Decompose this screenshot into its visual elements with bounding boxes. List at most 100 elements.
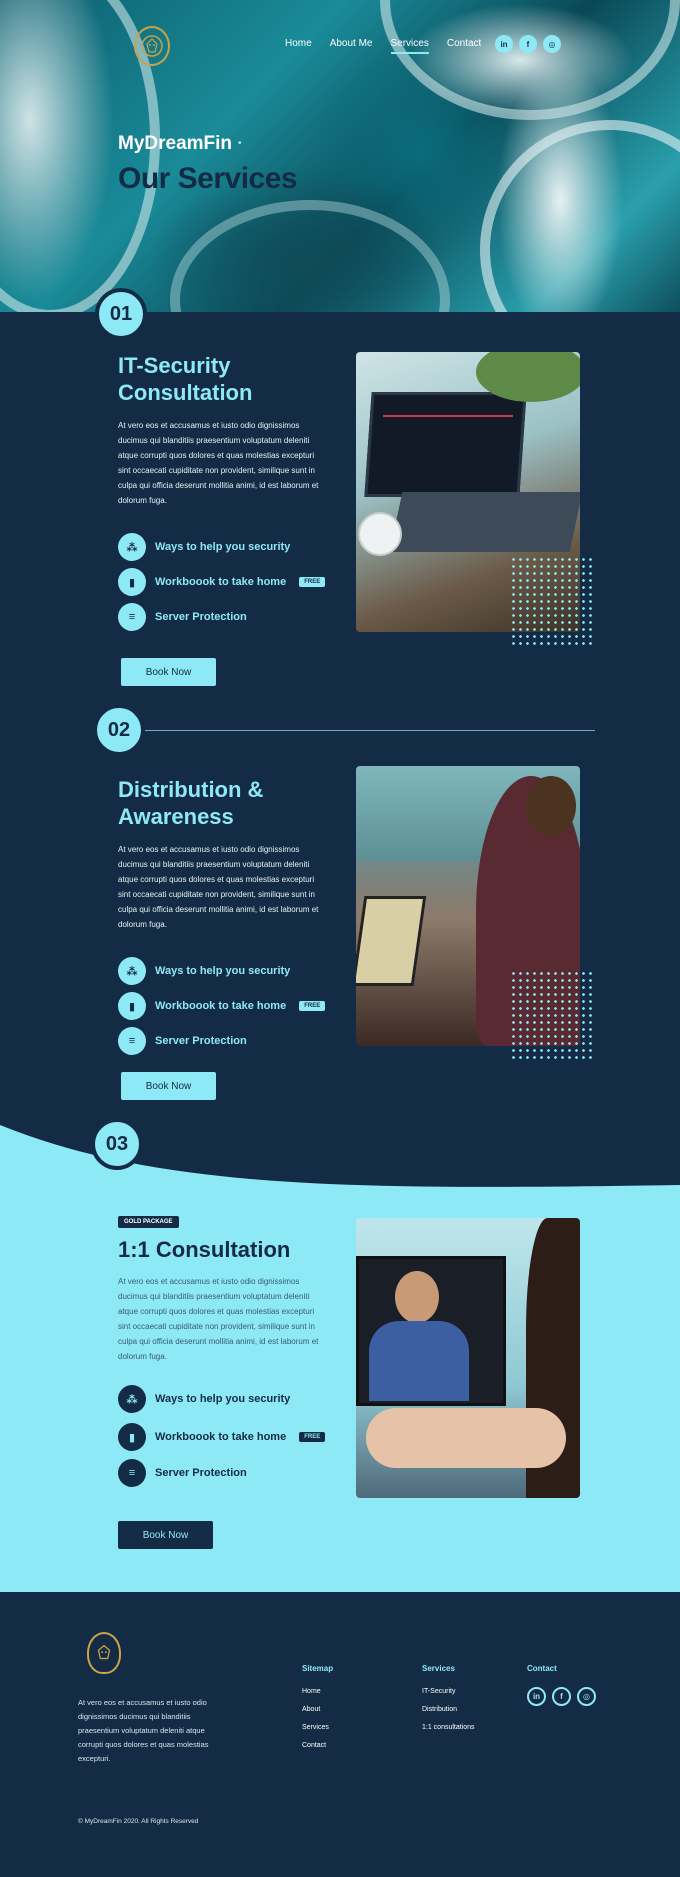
hands — [366, 1408, 566, 1468]
feature-label: Workboook to take home — [155, 576, 287, 588]
marble-swirl — [480, 120, 680, 312]
title-line: Consultation — [118, 380, 253, 405]
free-badge: FREE — [299, 577, 326, 587]
title-line: IT-Security — [118, 353, 231, 378]
nav-services[interactable]: Services — [390, 38, 429, 54]
feature-item: ⁂ Ways to help you security — [118, 533, 290, 561]
facebook-icon[interactable]: f — [519, 35, 537, 53]
footer-sitemap: Sitemap Home About Services Contact — [302, 1664, 333, 1760]
coffee-cup — [358, 512, 402, 556]
section-body: At vero eos et accusamus et iusto odio d… — [118, 1277, 319, 1361]
dot-pattern — [510, 970, 594, 1060]
lion-logo[interactable] — [87, 1632, 121, 1674]
header-social: in f ◎ — [495, 35, 561, 53]
man-face — [395, 1271, 439, 1323]
section-body: At vero eos et accusamus et iusto odio d… — [118, 845, 319, 929]
feature-label: Server Protection — [155, 1035, 247, 1047]
lion-icon — [141, 35, 163, 57]
footer-link[interactable]: IT-Security — [422, 1688, 475, 1695]
screen-graph — [382, 415, 514, 417]
section-number: 01 — [95, 288, 147, 340]
marble-swirl — [380, 0, 680, 120]
main-nav: Home About Me Services Contact — [285, 38, 481, 54]
brand-name: MyDreamFin — [118, 133, 233, 154]
footer-link[interactable]: Services — [302, 1724, 333, 1731]
chart-icon: ▮ — [118, 992, 146, 1020]
title-line: Distribution & — [118, 777, 264, 802]
page-title: Our Services — [118, 162, 298, 195]
list-icon: ≡ — [118, 1027, 146, 1055]
feature-label: Ways to help you security — [155, 541, 291, 553]
feature-label: Ways to help you security — [155, 1393, 291, 1405]
feature-item: ≡ Server Protection — [118, 1459, 247, 1487]
footer-link[interactable]: Home — [302, 1688, 333, 1695]
section-number: 02 — [93, 704, 145, 756]
feature-label: Server Protection — [155, 611, 247, 623]
feature-item: ≡ Server Protection — [118, 1027, 247, 1055]
facebook-icon[interactable]: f — [552, 1687, 571, 1706]
hero-kicker: MyDreamFin • — [118, 133, 242, 155]
kicker-dot: • — [238, 138, 242, 150]
share-icon: ⁂ — [118, 957, 146, 985]
feature-item: ▮ Workboook to take home FREE — [118, 1423, 326, 1451]
book-now-button[interactable]: Book Now — [121, 1072, 216, 1100]
share-icon: ⁂ — [118, 533, 146, 561]
linkedin-icon[interactable]: in — [527, 1687, 546, 1706]
feature-label: Ways to help you security — [155, 965, 291, 977]
man-shirt — [369, 1321, 469, 1401]
nav-contact[interactable]: Contact — [447, 38, 481, 54]
dot-pattern — [510, 556, 594, 646]
free-badge: FREE — [299, 1001, 326, 1011]
feature-item: ≡ Server Protection — [118, 603, 247, 631]
feature-item: ⁂ Ways to help you security — [118, 957, 290, 985]
lion-logo[interactable] — [134, 26, 170, 66]
footer-social: in f ◎ — [527, 1687, 596, 1706]
feature-item: ▮ Workboook to take home FREE — [118, 992, 326, 1020]
section-title: 1:1 Consultation — [118, 1237, 291, 1262]
footer-services: Services IT-Security Distribution 1:1 co… — [422, 1664, 475, 1742]
section-title: IT-Security Consultation — [118, 352, 252, 406]
section-number: 03 — [91, 1118, 143, 1170]
footer-link[interactable]: Contact — [302, 1742, 333, 1749]
share-icon: ⁂ — [118, 1385, 146, 1413]
feature-label: Workboook to take home — [155, 1000, 287, 1012]
list-icon: ≡ — [118, 1459, 146, 1487]
video-call-photo — [356, 1218, 580, 1498]
laptop-screen — [356, 896, 427, 986]
footer: At vero eos et accusamus et iusto odio d… — [0, 1592, 680, 1877]
laptop-keyboard — [389, 492, 580, 552]
instagram-icon[interactable]: ◎ — [543, 35, 561, 53]
lion-icon — [97, 1644, 111, 1660]
chart-icon: ▮ — [118, 1423, 146, 1451]
laptop-screen — [356, 1256, 506, 1406]
gold-package-badge: GOLD PACKAGE — [118, 1216, 179, 1228]
footer-about: At vero eos et accusamus et iusto odio d… — [78, 1698, 209, 1763]
instagram-icon[interactable]: ◎ — [577, 1687, 596, 1706]
laptop-screen — [364, 392, 527, 497]
column-title: Contact — [527, 1664, 557, 1673]
feature-item: ▮ Workboook to take home FREE — [118, 568, 326, 596]
column-title: Services — [422, 1664, 455, 1673]
feature-label: Workboook to take home — [155, 1431, 287, 1443]
footer-link[interactable]: Distribution — [422, 1706, 475, 1713]
book-now-button[interactable]: Book Now — [121, 658, 216, 686]
free-badge: FREE — [299, 1432, 326, 1442]
marble-swirl — [170, 200, 450, 312]
person-head — [526, 776, 576, 836]
feature-item: ⁂ Ways to help you security — [118, 1385, 290, 1413]
chart-icon: ▮ — [118, 568, 146, 596]
column-title: Sitemap — [302, 1664, 334, 1673]
title-line: Awareness — [118, 804, 234, 829]
nav-home[interactable]: Home — [285, 38, 312, 54]
copyright: © MyDreamFin 2020. All Rights Reserved — [78, 1818, 199, 1825]
list-icon: ≡ — [118, 603, 146, 631]
footer-link[interactable]: 1:1 consultations — [422, 1724, 475, 1731]
footer-contact: Contact — [527, 1664, 557, 1688]
footer-link[interactable]: About — [302, 1706, 333, 1713]
nav-about[interactable]: About Me — [330, 38, 373, 54]
hero-banner: Home About Me Services Contact in f ◎ My… — [0, 0, 680, 312]
section-body: At vero eos et accusamus et iusto odio d… — [118, 421, 319, 505]
feature-label: Server Protection — [155, 1467, 247, 1479]
book-now-button[interactable]: Book Now — [118, 1521, 213, 1549]
linkedin-icon[interactable]: in — [495, 35, 513, 53]
